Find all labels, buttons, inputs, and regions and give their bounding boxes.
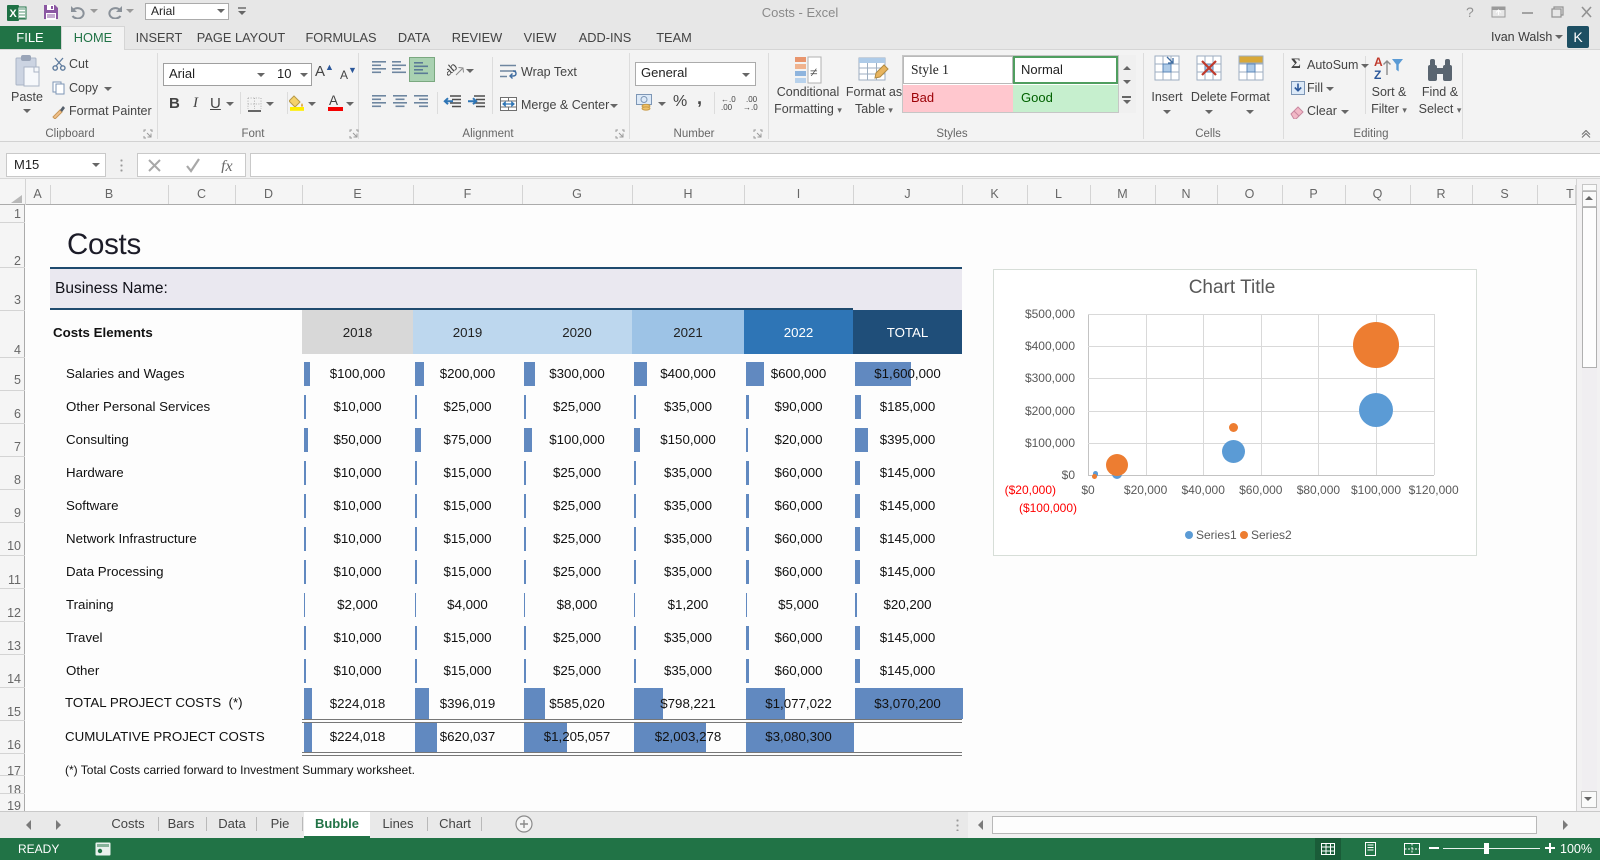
svg-text:fx: fx [221,158,233,173]
svg-text:Z: Z [1374,68,1381,82]
svg-text:≠: ≠ [810,66,818,81]
svg-text:A: A [1374,55,1383,69]
svg-text:ab: ab [447,60,460,78]
svg-text:X: X [9,8,17,20]
svg-text:?: ? [1466,5,1474,19]
